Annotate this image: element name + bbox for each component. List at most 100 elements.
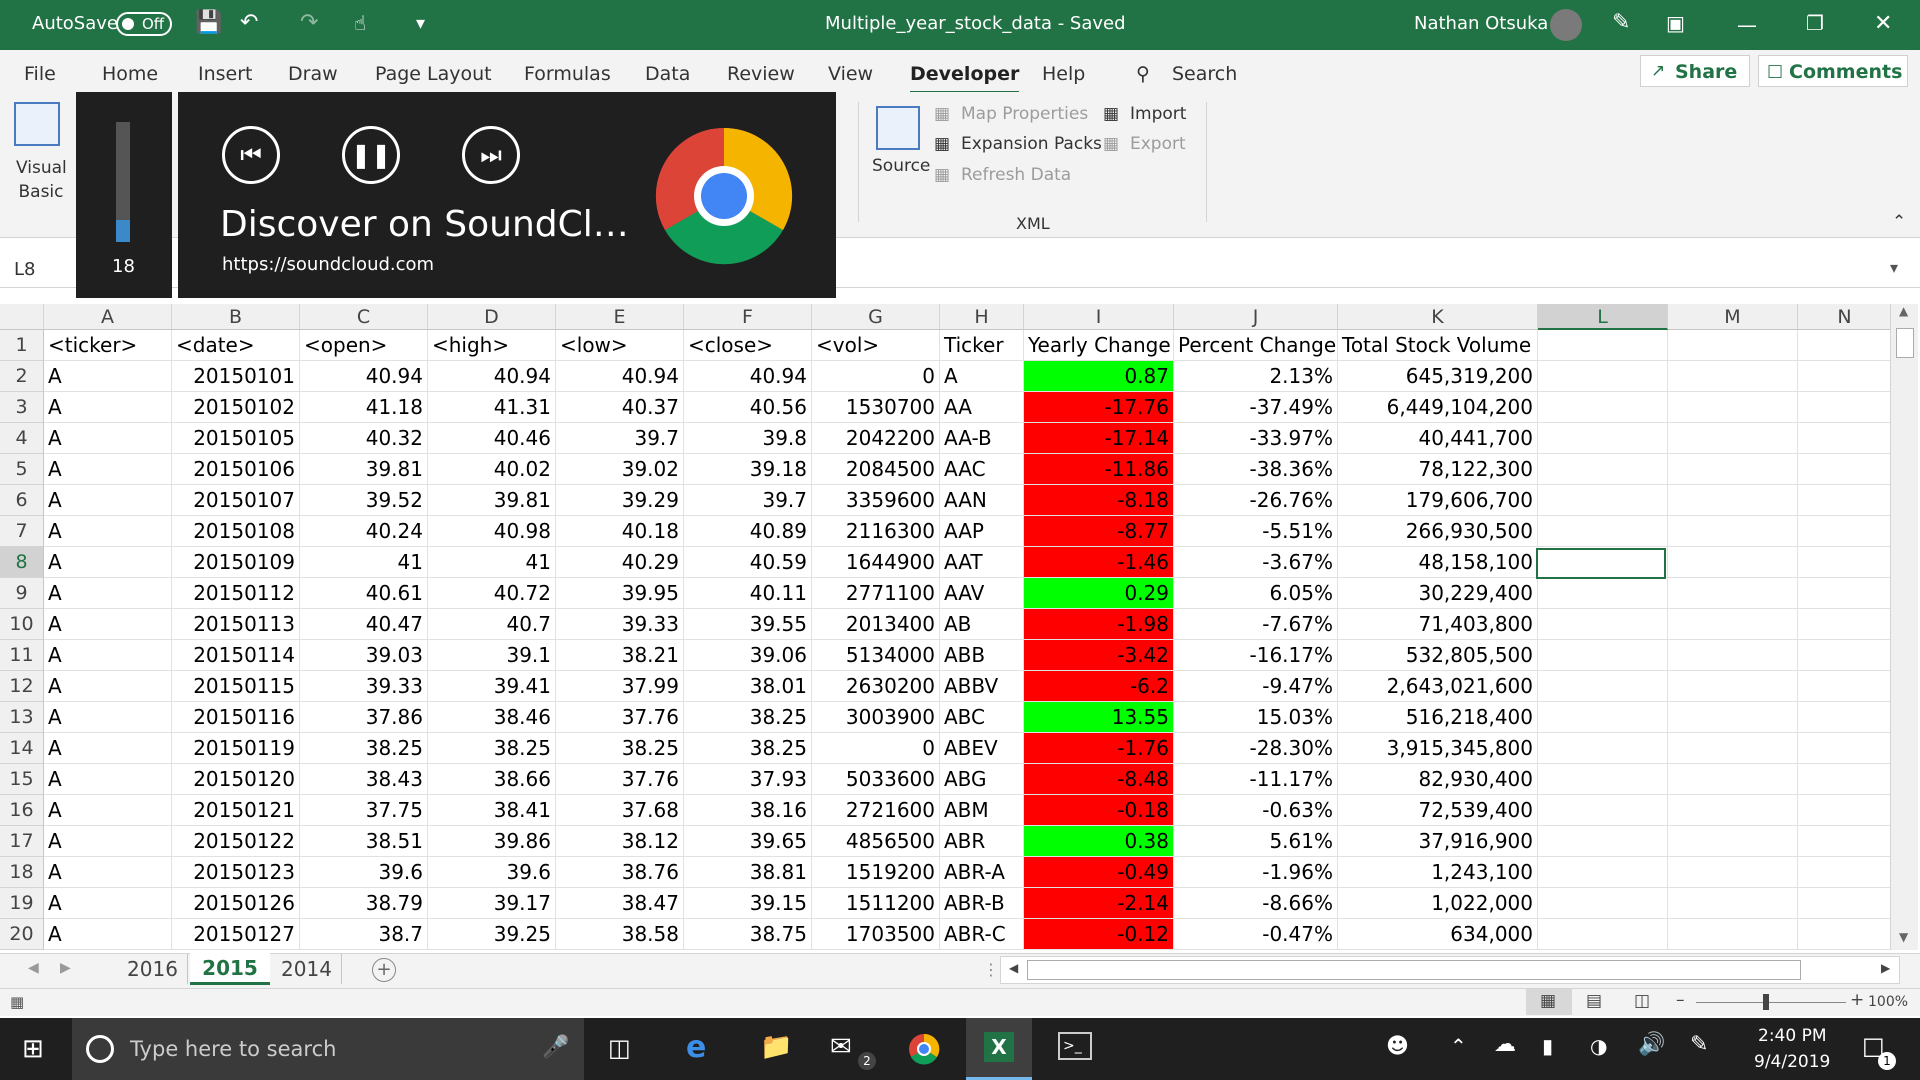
table-cell[interactable]: A bbox=[44, 795, 172, 826]
scroll-thumb[interactable] bbox=[1896, 328, 1914, 358]
table-cell[interactable]: ABR-B bbox=[940, 888, 1024, 919]
header-cell[interactable]: Ticker bbox=[940, 330, 1024, 361]
table-cell[interactable]: 72,539,400 bbox=[1338, 795, 1538, 826]
table-cell[interactable]: 39.02 bbox=[556, 454, 684, 485]
clock-date[interactable]: 9/4/2019 bbox=[1754, 1052, 1830, 1072]
empty-cell[interactable] bbox=[1798, 702, 1892, 733]
empty-cell[interactable] bbox=[1538, 826, 1668, 857]
table-cell[interactable]: 4856500 bbox=[812, 826, 940, 857]
table-cell[interactable]: 38.81 bbox=[684, 857, 812, 888]
share-button[interactable]: ↗ Share bbox=[1640, 55, 1750, 87]
yearly-change-cell[interactable]: -17.14 bbox=[1024, 423, 1174, 454]
table-cell[interactable]: 40.37 bbox=[556, 392, 684, 423]
table-cell[interactable]: A bbox=[44, 454, 172, 485]
yearly-change-cell[interactable]: -8.48 bbox=[1024, 764, 1174, 795]
table-cell[interactable]: 0 bbox=[812, 361, 940, 392]
yearly-change-cell[interactable]: -17.76 bbox=[1024, 392, 1174, 423]
table-cell[interactable]: 39.33 bbox=[556, 609, 684, 640]
table-cell[interactable]: 40.56 bbox=[684, 392, 812, 423]
table-cell[interactable]: 39.06 bbox=[684, 640, 812, 671]
refresh-data-button[interactable]: Refresh Data bbox=[961, 165, 1071, 185]
empty-cell[interactable] bbox=[1538, 361, 1668, 392]
table-cell[interactable]: A bbox=[44, 919, 172, 950]
tab-page-layout[interactable]: Page Layout bbox=[375, 63, 492, 85]
vertical-scrollbar[interactable]: ▲ ▼ bbox=[1890, 304, 1918, 950]
empty-cell[interactable] bbox=[1538, 423, 1668, 454]
empty-cell[interactable] bbox=[1668, 795, 1798, 826]
pause-button[interactable]: ❚❚ bbox=[342, 126, 400, 184]
yearly-change-cell[interactable]: 13.55 bbox=[1024, 702, 1174, 733]
table-cell[interactable]: 39.6 bbox=[428, 857, 556, 888]
table-cell[interactable]: A bbox=[44, 516, 172, 547]
empty-cell[interactable] bbox=[1538, 392, 1668, 423]
map-properties-button[interactable]: Map Properties bbox=[961, 104, 1088, 124]
table-cell[interactable]: AAV bbox=[940, 578, 1024, 609]
row-header[interactable]: 1 bbox=[0, 330, 44, 361]
table-cell[interactable]: -0.47% bbox=[1174, 919, 1338, 950]
table-cell[interactable]: 39.65 bbox=[684, 826, 812, 857]
table-cell[interactable]: 37.93 bbox=[684, 764, 812, 795]
empty-cell[interactable] bbox=[1538, 857, 1668, 888]
table-cell[interactable]: AA bbox=[940, 392, 1024, 423]
header-cell[interactable]: <low> bbox=[556, 330, 684, 361]
volume-bar[interactable] bbox=[116, 122, 130, 242]
table-cell[interactable]: A bbox=[44, 485, 172, 516]
header-cell[interactable]: Percent Change bbox=[1174, 330, 1338, 361]
table-cell[interactable]: 38.25 bbox=[684, 733, 812, 764]
table-cell[interactable]: 41 bbox=[300, 547, 428, 578]
search-icon[interactable]: ⚲ bbox=[1136, 63, 1150, 85]
table-cell[interactable]: 40.02 bbox=[428, 454, 556, 485]
chrome-taskbar-icon[interactable] bbox=[908, 1033, 940, 1065]
empty-cell[interactable] bbox=[1798, 671, 1892, 702]
empty-cell[interactable] bbox=[1668, 702, 1798, 733]
table-cell[interactable]: 20150121 bbox=[172, 795, 300, 826]
table-cell[interactable]: 38.21 bbox=[556, 640, 684, 671]
empty-cell[interactable] bbox=[1798, 578, 1892, 609]
column-header-A[interactable]: A bbox=[44, 304, 172, 330]
sheet-tab-2014[interactable]: 2014 bbox=[272, 954, 342, 984]
table-cell[interactable]: 2.13% bbox=[1174, 361, 1338, 392]
restore-icon[interactable]: ❐ bbox=[1806, 11, 1824, 35]
table-cell[interactable]: 1703500 bbox=[812, 919, 940, 950]
tab-developer[interactable]: Developer bbox=[910, 63, 1020, 94]
table-cell[interactable]: 516,218,400 bbox=[1338, 702, 1538, 733]
previous-track-button[interactable]: ⏮ bbox=[222, 126, 280, 184]
table-cell[interactable]: 40.47 bbox=[300, 609, 428, 640]
table-cell[interactable]: 38.58 bbox=[556, 919, 684, 950]
table-cell[interactable]: 20150107 bbox=[172, 485, 300, 516]
table-cell[interactable]: 40.61 bbox=[300, 578, 428, 609]
file-explorer-icon[interactable]: 📁 bbox=[760, 1032, 792, 1062]
column-header-F[interactable]: F bbox=[684, 304, 812, 330]
excel-taskbar-button[interactable]: X bbox=[966, 1018, 1032, 1080]
yearly-change-cell[interactable]: -1.98 bbox=[1024, 609, 1174, 640]
table-cell[interactable]: 645,319,200 bbox=[1338, 361, 1538, 392]
empty-cell[interactable] bbox=[1538, 733, 1668, 764]
table-cell[interactable]: 2,643,021,600 bbox=[1338, 671, 1538, 702]
empty-cell[interactable] bbox=[1798, 640, 1892, 671]
table-cell[interactable]: -0.63% bbox=[1174, 795, 1338, 826]
table-cell[interactable]: 38.12 bbox=[556, 826, 684, 857]
zoom-slider[interactable] bbox=[1696, 1002, 1846, 1003]
taskbar-search-box[interactable]: Type here to search 🎤 bbox=[72, 1018, 584, 1080]
empty-cell[interactable] bbox=[1538, 609, 1668, 640]
redo-icon[interactable]: ↷ bbox=[300, 10, 318, 35]
terminal-icon[interactable]: >_ bbox=[1058, 1032, 1092, 1060]
empty-cell[interactable] bbox=[1538, 485, 1668, 516]
table-cell[interactable]: 40.29 bbox=[556, 547, 684, 578]
empty-cell[interactable] bbox=[1798, 609, 1892, 640]
table-cell[interactable]: 20150120 bbox=[172, 764, 300, 795]
table-cell[interactable]: -26.76% bbox=[1174, 485, 1338, 516]
yearly-change-cell[interactable]: -8.18 bbox=[1024, 485, 1174, 516]
export-button[interactable]: Export bbox=[1130, 134, 1186, 154]
table-cell[interactable]: 20150112 bbox=[172, 578, 300, 609]
tab-view[interactable]: View bbox=[828, 63, 873, 85]
table-cell[interactable]: 39.86 bbox=[428, 826, 556, 857]
table-cell[interactable]: 38.16 bbox=[684, 795, 812, 826]
table-cell[interactable]: 20150105 bbox=[172, 423, 300, 454]
tab-insert[interactable]: Insert bbox=[198, 63, 253, 85]
empty-cell[interactable] bbox=[1668, 671, 1798, 702]
table-cell[interactable]: 39.8 bbox=[684, 423, 812, 454]
scroll-down-icon[interactable]: ▼ bbox=[1899, 930, 1908, 944]
save-icon[interactable]: 💾 bbox=[195, 10, 222, 35]
table-cell[interactable]: 6,449,104,200 bbox=[1338, 392, 1538, 423]
